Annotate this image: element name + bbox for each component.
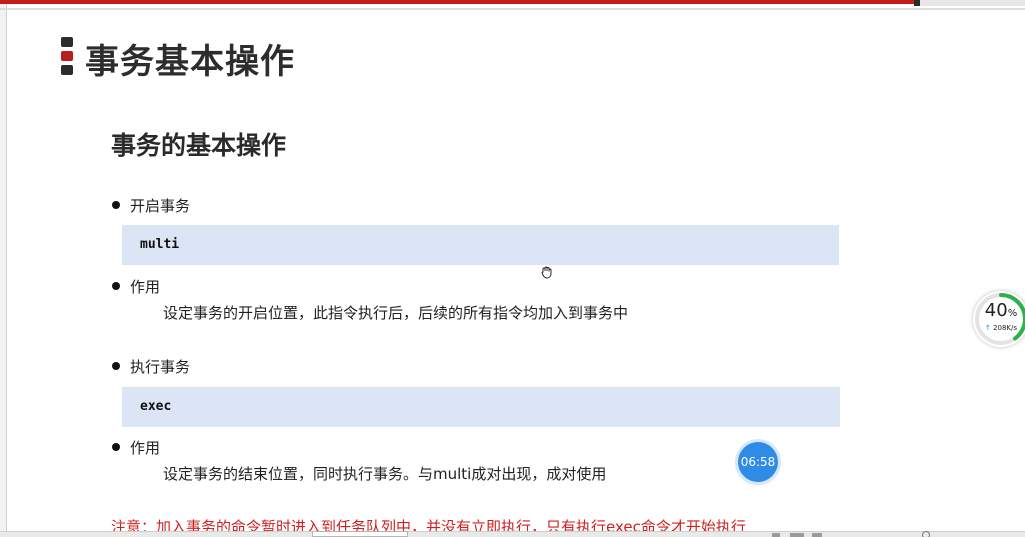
bullet-label: 执行事务	[130, 358, 191, 376]
bullet-dot-icon	[112, 443, 120, 451]
bullet-dot-icon	[112, 282, 120, 290]
page-title: 事务基本操作	[85, 42, 295, 82]
recording-timer-badge[interactable]: 06:58	[738, 442, 778, 482]
taskbar-item[interactable]	[772, 533, 780, 537]
hand-grab-cursor-icon	[541, 266, 552, 279]
bullet-label: 作用	[130, 439, 161, 457]
bullet-label: 作用	[130, 278, 161, 296]
bullet-effect-2: 作用	[112, 438, 160, 458]
progress-marker	[914, 0, 920, 6]
bottom-taskbar	[0, 531, 1025, 537]
bullet-exec-transaction: 执行事务	[112, 357, 190, 377]
description-1: 设定事务的开启位置，此指令执行后，后续的所有指令均加入到事务中	[163, 304, 629, 322]
slide-viewer: 事务基本操作 事务的基本操作 开启事务 multi 作用 设定事务的开启位置，此…	[0, 0, 1025, 537]
bullet-effect-1: 作用	[112, 277, 160, 297]
speed-rate: ↑ 208K/s	[984, 324, 1018, 332]
network-speed-widget[interactable]: 40% ↑ 208K/s	[973, 291, 1025, 347]
taskbar-circle-icon[interactable]	[922, 531, 930, 537]
bullet-open-transaction: 开启事务	[112, 196, 190, 216]
code-block-multi: multi	[122, 225, 839, 265]
bullet-dot-icon	[112, 201, 120, 209]
progress-strip-remaining	[916, 0, 1025, 6]
taskbar-item[interactable]	[812, 533, 822, 537]
code-block-exec: exec	[122, 387, 840, 427]
bullet-label: 开启事务	[130, 197, 191, 215]
arrow-up-icon: ↑	[984, 324, 991, 332]
taskbar-item[interactable]	[790, 533, 804, 537]
stacked-squares-icon	[61, 37, 73, 75]
window-left-edge	[0, 0, 7, 537]
bullet-dot-icon	[112, 362, 120, 370]
speed-percent: 40%	[984, 300, 1018, 321]
top-divider	[0, 8, 1025, 10]
taskbar-input[interactable]	[312, 531, 408, 537]
description-2: 设定事务的结束位置，同时执行事务。与multi成对出现，成对使用	[163, 465, 607, 483]
section-heading: 事务的基本操作	[111, 131, 287, 160]
progress-strip	[0, 0, 1025, 4]
